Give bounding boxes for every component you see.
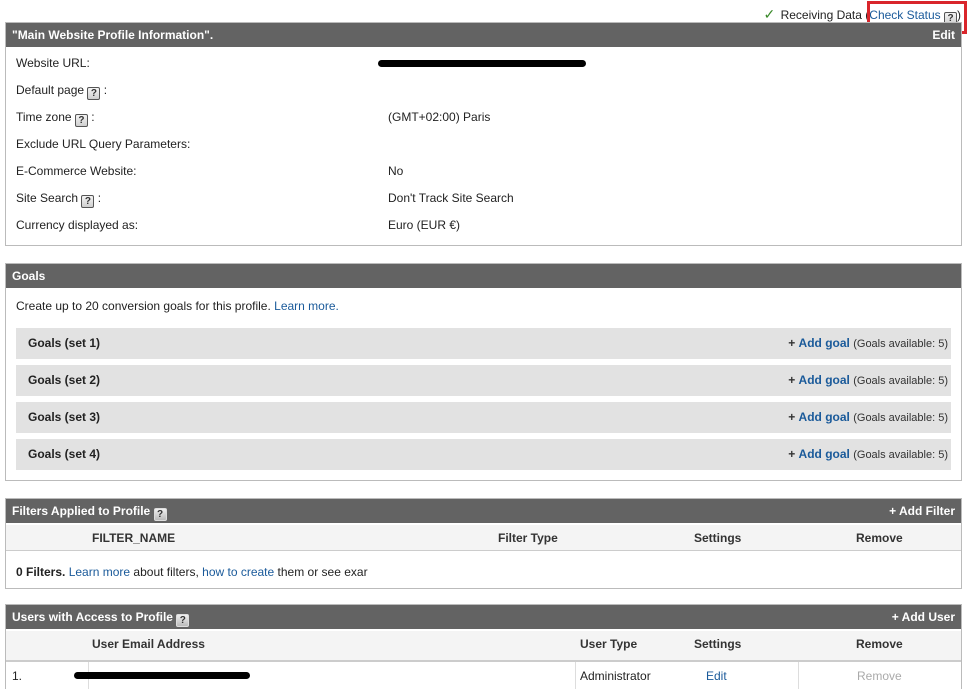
plus-icon: + xyxy=(788,410,796,424)
default-page-label: Default page xyxy=(16,83,85,97)
filters-title: Filters Applied to Profile xyxy=(12,504,151,518)
currency-label: Currency displayed as: xyxy=(16,218,139,232)
redacted-email xyxy=(74,672,250,679)
column-divider xyxy=(798,662,799,689)
column-filter-type[interactable]: Filter Type xyxy=(498,531,558,545)
time-zone-label: Time zone xyxy=(16,110,72,124)
users-header: Users with Access to Profile ? + Add Use… xyxy=(6,605,961,629)
users-title: Users with Access to Profile xyxy=(12,610,173,624)
goal-set-name: Goals (set 3) xyxy=(28,410,101,424)
help-icon[interactable]: ? xyxy=(87,87,101,100)
plus-icon: + xyxy=(889,504,897,518)
plus-icon: + xyxy=(788,447,796,461)
colon-text: : xyxy=(91,110,95,124)
ecommerce-label: E-Commerce Website: xyxy=(16,164,137,178)
column-filter-name[interactable]: FILTER_NAME xyxy=(92,531,175,545)
add-goal-link[interactable]: Add goal xyxy=(799,447,850,461)
goal-set-name: Goals (set 4) xyxy=(28,447,101,461)
edit-user-link[interactable]: Edit xyxy=(706,669,727,683)
filters-tail-text: them or see exar xyxy=(277,565,368,579)
receiving-data-label: Receiving Data ( xyxy=(780,8,870,22)
currency-value: Euro (EUR €) xyxy=(388,218,461,232)
add-user-label: Add User xyxy=(901,610,955,624)
filters-column-header: FILTER_NAME Filter Type Settings Remove xyxy=(6,525,961,551)
filters-panel: Filters Applied to Profile ? + Add Filte… xyxy=(5,498,962,589)
add-filter-button[interactable]: + Add Filter xyxy=(889,499,955,523)
default-page-row: Default page ? : xyxy=(16,83,107,100)
goal-set-row: Goals (set 4) + Add goal (Goals availabl… xyxy=(16,439,951,470)
site-search-row: Site Search ? : xyxy=(16,191,101,208)
column-remove: Remove xyxy=(856,637,903,651)
goals-panel: Goals Create up to 20 conversion goals f… xyxy=(5,263,962,481)
column-user-type[interactable]: User Type xyxy=(580,637,637,651)
column-user-email[interactable]: User Email Address xyxy=(92,637,205,651)
website-url-label: Website URL: xyxy=(16,56,90,70)
goals-intro-text: Create up to 20 conversion goals for thi… xyxy=(16,299,271,313)
plus-icon: + xyxy=(891,610,899,624)
learn-more-filters-link[interactable]: Learn more xyxy=(69,565,130,579)
receiving-data-status: ✓ Receiving Data (Check Status ?) xyxy=(763,1,968,34)
help-icon[interactable]: ? xyxy=(153,508,167,521)
learn-more-link[interactable]: Learn more. xyxy=(274,299,339,313)
help-icon[interactable]: ? xyxy=(74,114,88,127)
goals-available: (Goals available: 5) xyxy=(853,338,948,350)
goal-set-row: Goals (set 1) + Add goal (Goals availabl… xyxy=(16,328,951,359)
about-filters-text: about filters, xyxy=(133,565,199,579)
goals-intro: Create up to 20 conversion goals for thi… xyxy=(16,299,339,313)
add-goal-link[interactable]: Add goal xyxy=(799,410,850,424)
time-zone-value: (GMT+02:00) Paris xyxy=(388,110,491,124)
goal-set-row: Goals (set 3) + Add goal (Goals availabl… xyxy=(16,402,951,433)
goal-set-name: Goals (set 2) xyxy=(28,373,101,387)
filters-header: Filters Applied to Profile ? + Add Filte… xyxy=(6,499,961,523)
user-index: 1. xyxy=(12,669,23,683)
add-goal-link[interactable]: Add goal xyxy=(799,373,850,387)
column-settings: Settings xyxy=(694,637,742,651)
filters-empty-message: 0 Filters. Learn more about filters, how… xyxy=(16,565,368,579)
help-icon[interactable]: ? xyxy=(176,614,190,627)
plus-icon: + xyxy=(788,373,796,387)
column-divider xyxy=(575,662,576,689)
goals-available: (Goals available: 5) xyxy=(853,449,948,461)
checkmark-icon: ✓ xyxy=(763,6,776,22)
profile-info-panel: "Main Website Profile Information". Edit… xyxy=(5,22,962,246)
profile-info-title: "Main Website Profile Information". xyxy=(12,28,214,42)
exclude-params-label: Exclude URL Query Parameters: xyxy=(16,137,191,151)
goals-title: Goals xyxy=(12,269,46,283)
colon-text: : xyxy=(97,191,102,205)
column-settings: Settings xyxy=(694,531,742,545)
time-zone-row: Time zone ? : xyxy=(16,110,95,127)
redacted-url xyxy=(378,60,586,67)
how-to-create-link[interactable]: how to create xyxy=(202,565,274,579)
help-icon[interactable]: ? xyxy=(81,195,95,208)
add-goal-link[interactable]: Add goal xyxy=(799,336,850,350)
site-search-label: Site Search xyxy=(16,191,79,205)
goal-set-name: Goals (set 1) xyxy=(28,336,101,350)
ecommerce-value: No xyxy=(388,164,404,178)
goals-available: (Goals available: 5) xyxy=(853,412,948,424)
column-remove: Remove xyxy=(856,531,903,545)
site-search-value: Don't Track Site Search xyxy=(388,191,514,205)
goals-available: (Goals available: 5) xyxy=(853,375,948,387)
users-panel: Users with Access to Profile ? + Add Use… xyxy=(5,604,962,689)
add-user-button[interactable]: + Add User xyxy=(892,605,955,629)
goal-set-row: Goals (set 2) + Add goal (Goals availabl… xyxy=(16,365,951,396)
goals-header: Goals xyxy=(6,264,961,288)
profile-info-header: "Main Website Profile Information". Edit xyxy=(6,23,961,47)
add-filter-label: Add Filter xyxy=(899,504,955,518)
filters-count: 0 Filters. xyxy=(16,565,66,579)
edit-profile-link[interactable]: Edit xyxy=(932,23,955,47)
users-column-header: User Email Address User Type Settings Re… xyxy=(6,631,961,661)
remove-user-link[interactable]: Remove xyxy=(857,669,902,683)
plus-icon: + xyxy=(788,336,796,350)
colon-text: : xyxy=(103,83,108,97)
user-row: 1. Administrator Edit Remove xyxy=(6,661,961,689)
user-type-value: Administrator xyxy=(580,669,651,683)
